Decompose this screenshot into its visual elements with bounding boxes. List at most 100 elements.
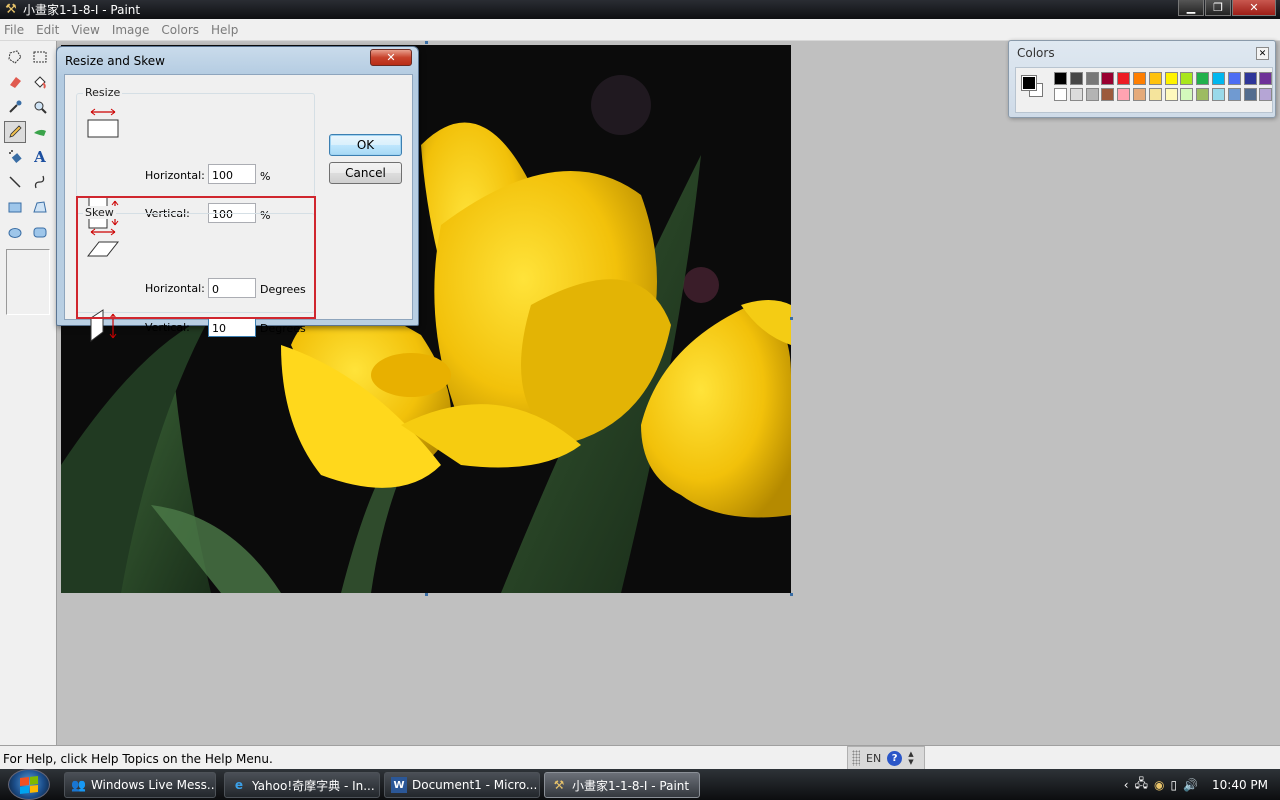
ellipse-icon[interactable] xyxy=(4,221,26,243)
chrome-icon[interactable]: ◉ xyxy=(1154,778,1164,792)
help-icon[interactable]: ? xyxy=(887,750,903,766)
close-button[interactable]: ✕ xyxy=(1232,0,1276,16)
curve-icon[interactable] xyxy=(29,171,51,193)
menu-help[interactable]: Help xyxy=(205,23,244,37)
ok-button[interactable]: OK xyxy=(329,134,402,156)
paint-icon: ⚒ xyxy=(553,778,565,792)
dialog-close-button[interactable]: ✕ xyxy=(370,49,412,66)
color-swatch[interactable] xyxy=(1101,88,1115,101)
color-swatch[interactable] xyxy=(1085,72,1099,85)
eraser-icon[interactable] xyxy=(4,71,26,93)
color-swatch[interactable] xyxy=(1069,88,1083,101)
color-swatch[interactable] xyxy=(1117,72,1131,85)
pencil-icon[interactable] xyxy=(4,121,26,143)
tool-options-box[interactable] xyxy=(6,249,50,315)
taskbar-item-messenger[interactable]: 👥 Windows Live Mess... xyxy=(64,772,216,798)
color-swatch[interactable] xyxy=(1101,72,1115,85)
colors-close-icon[interactable]: ✕ xyxy=(1256,47,1269,60)
color-picker-icon[interactable] xyxy=(4,96,26,118)
color-swatch[interactable] xyxy=(1180,88,1194,101)
taskbar-item-label: Yahoo!奇摩字典 - In... xyxy=(252,778,375,793)
taskbar-item-label: Windows Live Mess... xyxy=(90,778,216,792)
resize-handle-right[interactable] xyxy=(790,317,793,320)
word-icon: W xyxy=(391,777,407,793)
color-swatch[interactable] xyxy=(1133,72,1146,85)
ie-icon: e xyxy=(234,778,244,792)
paint-app-icon: ⚒ xyxy=(5,1,17,17)
menu-edit[interactable]: Edit xyxy=(30,23,65,37)
menu-file[interactable]: File xyxy=(0,23,30,37)
resize-handle-corner[interactable] xyxy=(790,593,793,596)
color-swatch[interactable] xyxy=(1054,88,1067,101)
menu-view[interactable]: View xyxy=(65,23,105,37)
title-bar: ⚒ 小畫家1-1-8-I - Paint ▁ ❐ ✕ xyxy=(0,0,1280,19)
brush-icon[interactable] xyxy=(29,121,51,143)
taskbar-item-browser[interactable]: e Yahoo!奇摩字典 - In... xyxy=(224,772,380,798)
clock[interactable]: 10:40 PM xyxy=(1212,778,1268,792)
color-swatch[interactable] xyxy=(1212,72,1225,85)
grip-icon[interactable] xyxy=(852,750,860,766)
resize-horizontal-label: Horizontal: xyxy=(145,169,205,182)
menu-colors[interactable]: Colors xyxy=(155,23,205,37)
minimize-button[interactable]: ▁ xyxy=(1178,0,1204,16)
maximize-button[interactable]: ❐ xyxy=(1205,0,1231,16)
menu-image[interactable]: Image xyxy=(106,23,156,37)
color-swatch[interactable] xyxy=(1164,72,1178,85)
skew-vertical-input[interactable] xyxy=(208,317,256,337)
color-swatch[interactable] xyxy=(1180,72,1194,85)
color-swatch[interactable] xyxy=(1227,72,1241,85)
text-tool-icon[interactable]: A xyxy=(29,146,51,168)
rounded-rectangle-icon[interactable] xyxy=(29,221,51,243)
skew-highlight-box xyxy=(76,196,316,319)
airbrush-icon[interactable] xyxy=(4,146,26,168)
colors-panel: Colors ✕ xyxy=(1008,40,1276,118)
color-swatch[interactable] xyxy=(1212,88,1225,101)
color-swatch[interactable] xyxy=(1117,88,1131,101)
color-swatch[interactable] xyxy=(1243,88,1257,101)
fill-bucket-icon[interactable] xyxy=(29,71,51,93)
color-swatch[interactable] xyxy=(1133,88,1146,101)
resize-horizontal-input[interactable] xyxy=(208,164,256,184)
taskbar-item-word[interactable]: W Document1 - Micro... xyxy=(384,772,540,798)
magnifier-icon[interactable] xyxy=(29,96,51,118)
free-form-select-icon[interactable] xyxy=(4,46,26,68)
color-swatch[interactable] xyxy=(1054,72,1067,85)
rectangle-icon[interactable] xyxy=(4,196,26,218)
resize-group-label: Resize xyxy=(83,86,123,99)
color-swatch[interactable] xyxy=(1259,88,1273,101)
polygon-icon[interactable] xyxy=(29,196,51,218)
show-hidden-icons-icon[interactable]: ‹ xyxy=(1124,778,1129,792)
taskbar: 👥 Windows Live Mess... e Yahoo!奇摩字典 - In… xyxy=(0,769,1280,800)
cancel-button[interactable]: Cancel xyxy=(329,162,402,184)
color-swatch[interactable] xyxy=(1196,72,1210,85)
color-swatch[interactable] xyxy=(1085,88,1099,101)
resize-handle-top[interactable] xyxy=(425,41,428,44)
status-bar: For Help, click Help Topics on the Help … xyxy=(0,745,1280,770)
messenger-icon: 👥 xyxy=(71,778,86,792)
taskbar-item-paint[interactable]: ⚒ 小畫家1-1-8-I - Paint xyxy=(544,772,700,798)
color-swatch[interactable] xyxy=(1069,72,1083,85)
toolbox: A xyxy=(0,41,57,745)
select-icon[interactable] xyxy=(29,46,51,68)
color-swatch[interactable] xyxy=(1243,72,1257,85)
color-swatch[interactable] xyxy=(1259,72,1273,85)
foreground-color-swatch[interactable] xyxy=(1021,75,1037,91)
status-text: For Help, click Help Topics on the Help … xyxy=(3,752,273,766)
network-icon[interactable]: 🖧 xyxy=(1135,774,1148,795)
volume-icon[interactable]: 🔊 xyxy=(1183,778,1198,792)
color-swatch[interactable] xyxy=(1196,88,1210,101)
line-icon[interactable] xyxy=(4,171,26,193)
windows-logo-icon xyxy=(20,775,38,794)
options-arrow-icon[interactable]: ▲ ▼ xyxy=(908,750,913,766)
resize-horizontal-icon xyxy=(85,107,121,142)
color-swatch[interactable] xyxy=(1227,88,1241,101)
power-icon[interactable]: ▯ xyxy=(1170,778,1177,792)
language-indicator[interactable]: EN xyxy=(866,752,881,765)
resize-handle-bottom[interactable] xyxy=(425,593,428,596)
start-button[interactable] xyxy=(8,769,50,800)
color-swatch[interactable] xyxy=(1148,72,1162,85)
dialog-title: Resize and Skew xyxy=(65,54,165,68)
color-swatch[interactable] xyxy=(1148,88,1162,101)
color-swatch[interactable] xyxy=(1164,88,1178,101)
skew-vertical-unit: Degrees xyxy=(260,322,306,335)
